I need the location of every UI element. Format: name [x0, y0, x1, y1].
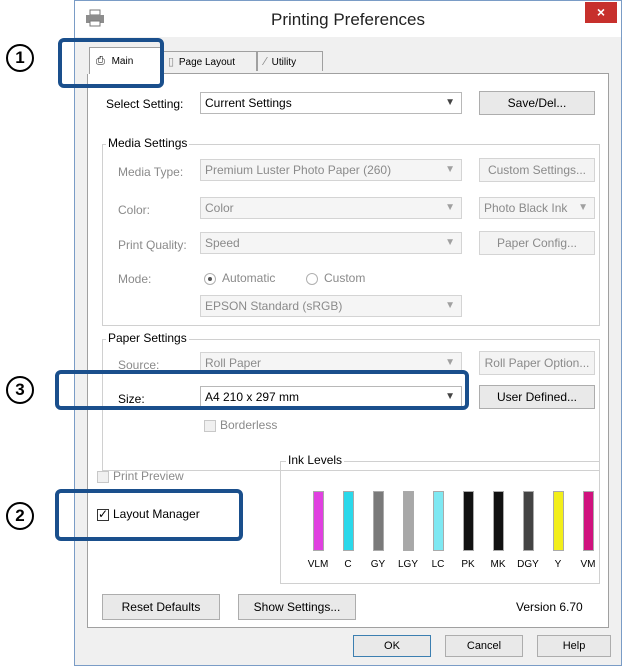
chevron-down-icon: ▼ [578, 202, 588, 213]
color-value: Color [205, 201, 234, 215]
callout-2-highlight [55, 489, 243, 541]
ink-levels-title: Ink Levels [286, 453, 345, 467]
select-setting-value: Current Settings [205, 96, 292, 110]
help-button[interactable]: Help [537, 635, 611, 657]
roll-paper-option-button[interactable]: Roll Paper Option... [479, 351, 595, 375]
select-setting-dropdown[interactable]: Current Settings ▼ [200, 92, 462, 114]
ink-type-value: Photo Black Ink [484, 201, 568, 215]
color-profile-dropdown[interactable]: EPSON Standard (sRGB) ▼ [200, 295, 462, 317]
show-settings-button[interactable]: Show Settings... [238, 594, 356, 620]
page-icon: ▯ [168, 55, 175, 68]
mode-automatic-label: Automatic [222, 271, 276, 285]
print-quality-label: Print Quality: [118, 238, 187, 252]
chevron-down-icon: ▼ [445, 300, 455, 311]
printing-preferences-window: Printing Preferences × ⎙ Main ▯ Page Lay… [74, 0, 622, 666]
window-title: Printing Preferences [270, 10, 426, 29]
media-type-dropdown[interactable]: Premium Luster Photo Paper (260) ▼ [200, 159, 462, 181]
paper-config-button[interactable]: Paper Config... [479, 231, 595, 255]
chevron-down-icon: ▼ [445, 237, 455, 248]
source-value: Roll Paper [205, 356, 262, 370]
print-preview-label: Print Preview [113, 469, 184, 483]
chevron-down-icon: ▼ [445, 202, 455, 213]
callout-1-badge: 1 [6, 44, 34, 72]
print-preview-checkbox[interactable] [97, 471, 109, 483]
wrench-icon: ⁄ [264, 55, 266, 68]
mode-custom-label: Custom [324, 271, 366, 285]
callout-3-badge: 3 [6, 376, 34, 404]
ink-tank-vm [583, 491, 594, 551]
ink-tank-vlm [313, 491, 324, 551]
cancel-button[interactable]: Cancel [445, 635, 523, 657]
ink-label-vm: VM [580, 559, 596, 570]
ink-tank-pk [463, 491, 474, 551]
color-label: Color: [118, 203, 151, 217]
user-defined-button[interactable]: User Defined... [479, 385, 595, 409]
ink-label-dgy: DGY [517, 559, 539, 570]
mode-automatic-radio[interactable] [204, 273, 216, 285]
mode-custom-radio[interactable] [306, 273, 318, 285]
version-label: Version 6.70 [516, 600, 583, 614]
tab-utility-label: Utility [271, 57, 297, 68]
save-del-button[interactable]: Save/Del... [479, 91, 595, 115]
media-type-label: Media Type: [118, 165, 184, 179]
color-profile-value: EPSON Standard (sRGB) [205, 299, 343, 313]
ink-label-c: C [344, 559, 352, 570]
callout-2-badge: 2 [6, 502, 34, 530]
ink-tank-lgy [403, 491, 414, 551]
callout-1-highlight [58, 38, 164, 88]
ink-tank-y [553, 491, 564, 551]
ink-tank-mk [493, 491, 504, 551]
media-settings-title: Media Settings [106, 136, 190, 150]
ink-label-lc: LC [431, 559, 445, 570]
select-setting-label: Select Setting: [106, 97, 184, 111]
ink-tank-dgy [523, 491, 534, 551]
print-quality-value: Speed [205, 236, 240, 250]
borderless-label: Borderless [220, 418, 278, 432]
ok-button[interactable]: OK [353, 635, 431, 657]
chevron-down-icon: ▼ [445, 97, 455, 108]
ink-tank-c [343, 491, 354, 551]
ink-label-vlm: VLM [307, 559, 329, 570]
print-quality-dropdown[interactable]: Speed ▼ [200, 232, 462, 254]
tab-page-layout-label: Page Layout [178, 57, 236, 68]
ink-label-lgy: LGY [397, 559, 418, 570]
custom-settings-button[interactable]: Custom Settings... [479, 158, 595, 182]
ink-label-pk: PK [461, 559, 475, 570]
borderless-checkbox[interactable] [204, 420, 216, 432]
ink-label-gy: GY [370, 559, 386, 570]
tab-page-layout[interactable]: ▯ Page Layout [161, 51, 257, 71]
callout-3-highlight [55, 370, 469, 410]
tab-utility[interactable]: ⁄ Utility [257, 51, 323, 71]
ink-tank-gy [373, 491, 384, 551]
main-tab-panel: Select Setting: Current Settings ▼ Save/… [87, 74, 609, 628]
close-button[interactable]: × [585, 2, 617, 23]
ink-tank-lc [433, 491, 444, 551]
mode-label: Mode: [118, 272, 152, 286]
paper-settings-title: Paper Settings [106, 331, 189, 345]
color-dropdown[interactable]: Color ▼ [200, 197, 462, 219]
reset-defaults-button[interactable]: Reset Defaults [102, 594, 220, 620]
ink-type-dropdown[interactable]: Photo Black Ink ▼ [479, 197, 595, 219]
ink-label-mk: MK [490, 559, 506, 570]
media-type-value: Premium Luster Photo Paper (260) [205, 163, 392, 177]
title-bar: Printing Preferences × [75, 1, 621, 37]
ink-label-y: Y [554, 559, 562, 570]
chevron-down-icon: ▼ [445, 164, 455, 175]
